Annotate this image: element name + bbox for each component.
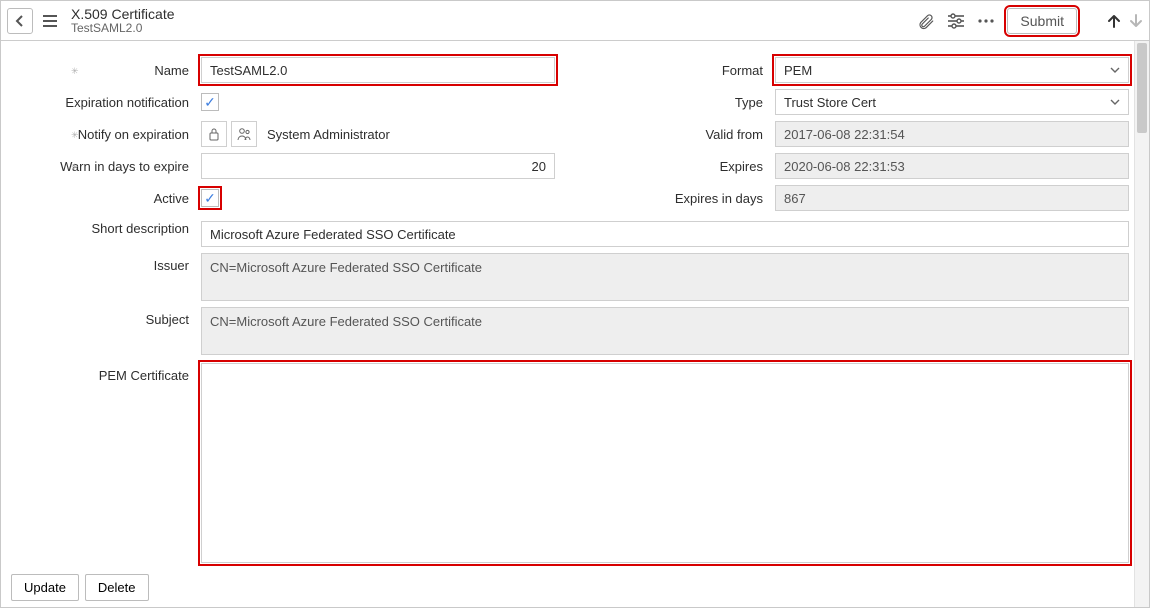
warn-days-input[interactable]: [201, 153, 555, 179]
active-checkbox[interactable]: ✓: [201, 189, 219, 207]
label-format: Format: [595, 63, 775, 78]
label-warn: Warn in days to expire: [21, 159, 201, 174]
label-type: Type: [595, 95, 775, 110]
lock-icon[interactable]: [201, 121, 227, 147]
header-actions: Submit: [917, 8, 1143, 34]
label-name: Name: [21, 63, 201, 78]
format-value: PEM: [784, 63, 812, 78]
label-short-desc: Short description: [21, 221, 201, 247]
update-button[interactable]: Update: [11, 574, 79, 601]
form-body: Name Expiration notification ✓ Notify on…: [1, 41, 1149, 575]
record-name: TestSAML2.0: [71, 22, 175, 36]
issuer-field: CN=Microsoft Azure Federated SSO Certifi…: [201, 253, 1129, 301]
name-input[interactable]: [201, 57, 555, 83]
type-select[interactable]: Trust Store Cert: [775, 89, 1129, 115]
label-pem: PEM Certificate: [21, 363, 201, 383]
expires-field: [775, 153, 1129, 179]
delete-button[interactable]: Delete: [85, 574, 149, 601]
user-icon[interactable]: [231, 121, 257, 147]
expires-in-days-field: [775, 185, 1129, 211]
label-expires: Expires: [595, 159, 775, 174]
label-valid-from: Valid from: [595, 127, 775, 142]
label-expires-in-days: Expires in days: [595, 191, 775, 206]
form-footer: Update Delete: [11, 574, 149, 601]
pem-textarea[interactable]: [201, 363, 1129, 563]
chevron-down-icon: [1110, 99, 1120, 105]
form-header: X.509 Certificate TestSAML2.0: [1, 1, 1149, 41]
chevron-down-icon: [1110, 67, 1120, 73]
short-desc-input[interactable]: [201, 221, 1129, 247]
menu-icon[interactable]: [43, 15, 57, 27]
submit-button[interactable]: Submit: [1007, 8, 1077, 34]
subject-field: CN=Microsoft Azure Federated SSO Certifi…: [201, 307, 1129, 355]
scrollbar-thumb[interactable]: [1137, 43, 1147, 133]
valid-from-field: [775, 121, 1129, 147]
label-exp-notif: Expiration notification: [21, 95, 201, 110]
settings-icon[interactable]: [947, 13, 965, 29]
label-subject: Subject: [21, 307, 201, 327]
title-block: X.509 Certificate TestSAML2.0: [71, 6, 175, 36]
format-select[interactable]: PEM: [775, 57, 1129, 83]
attachment-icon[interactable]: [917, 12, 935, 30]
type-value: Trust Store Cert: [784, 95, 876, 110]
label-issuer: Issuer: [21, 253, 201, 273]
label-notify: Notify on expiration: [21, 127, 201, 142]
label-active: Active: [21, 191, 201, 206]
back-button[interactable]: [7, 8, 33, 34]
vertical-scrollbar[interactable]: [1134, 41, 1149, 607]
notify-user: System Administrator: [267, 127, 390, 142]
prev-record-icon[interactable]: [1107, 13, 1121, 29]
more-icon[interactable]: [977, 18, 995, 24]
exp-notif-checkbox[interactable]: ✓: [201, 93, 219, 111]
page-title: X.509 Certificate: [71, 6, 175, 22]
next-record-icon[interactable]: [1129, 13, 1143, 29]
